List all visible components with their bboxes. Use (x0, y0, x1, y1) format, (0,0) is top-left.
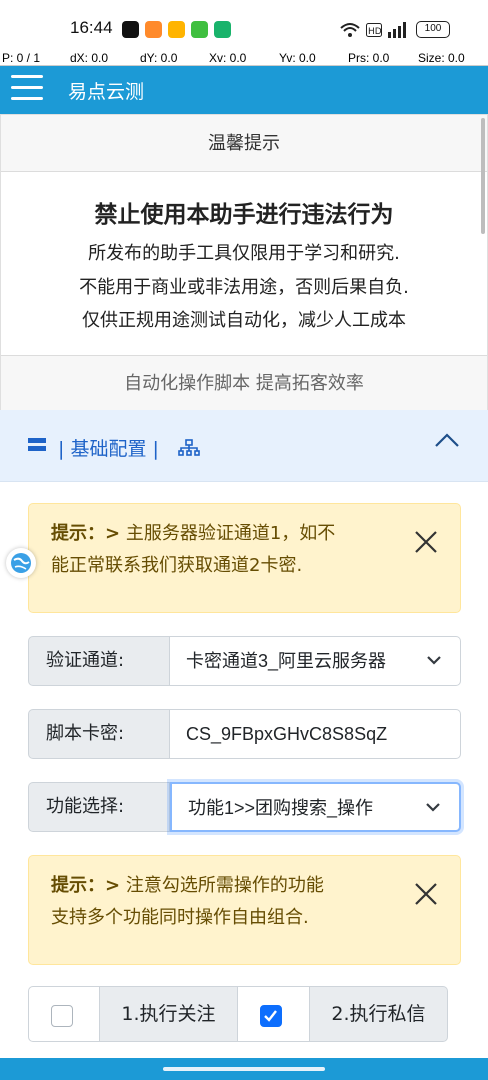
alert-text: 主服务器验证通道1，如不 (125, 523, 336, 544)
verify-channel-label: 验证通道: (28, 636, 170, 686)
function-select-group: 功能选择: 功能1>>团购搜索_操作 (28, 782, 461, 832)
alert-text: 能正常联系我们获取通道2卡密. (51, 555, 303, 576)
app-header: 易点云测 (0, 66, 488, 114)
alert-text: 注意勾选所需操作的功能 (125, 875, 324, 896)
function-select-value: 功能1>>团购搜索_操作 (188, 798, 374, 818)
signal-icon (388, 21, 406, 38)
pointer-dx: dX: 0.0 (70, 51, 109, 65)
message-label[interactable]: 2.执行私信 (310, 986, 448, 1042)
sitemap-icon (178, 439, 200, 456)
alert-arrow: > (105, 875, 121, 896)
close-icon[interactable] (414, 530, 438, 554)
status-time: 16:44 (70, 18, 113, 37)
app-orange-icon (145, 21, 162, 38)
pointer-location-bar: P: 0 / 1 dX: 0.0 dY: 0.0 Xv: 0.0 Yv: 0.0… (0, 50, 488, 66)
wifi-icon (340, 22, 360, 37)
pointer-size: Size: 0.0 (418, 51, 465, 65)
pointer-xv: Xv: 0.0 (209, 51, 247, 65)
operation-checkbox-row: 1.执行关注 2.执行私信 (28, 986, 449, 1042)
scrollbar[interactable] (481, 118, 485, 234)
chevron-up-icon[interactable] (434, 432, 460, 448)
alert-prefix: 提示： (51, 875, 105, 896)
battery-icon: 100 (416, 21, 450, 38)
hamburger-icon[interactable] (11, 75, 43, 101)
list-icon (28, 438, 46, 454)
follow-label[interactable]: 1.执行关注 (100, 986, 238, 1042)
function-select[interactable]: 功能1>>团购搜索_操作 (170, 782, 461, 832)
alert-line: 提示：> 注意勾选所需操作的功能 (51, 870, 390, 902)
shield-icon (214, 21, 231, 38)
chevron-down-icon (426, 803, 440, 812)
tiktok-icon (122, 21, 139, 38)
alert-line: 提示：> 主服务器验证通道1，如不 (51, 518, 390, 550)
floating-assistant-button[interactable] (6, 548, 36, 578)
pointer-dy: dY: 0.0 (140, 51, 178, 65)
wechat-icon (191, 21, 208, 38)
status-indicators: HD 100 (340, 21, 450, 38)
status-bar: 16:44 HD 100 (0, 0, 488, 50)
notice-line: 所发布的助手工具仅限用于学习和研究. (88, 243, 400, 264)
notification-icons (122, 21, 231, 38)
notice-card: 温馨提示 禁止使用本助手进行违法行为 所发布的助手工具仅限用于学习和研究. 不能… (0, 114, 488, 411)
alert-text: 支持多个功能同时操作自由组合. (51, 907, 309, 928)
hd-icon: HD (366, 22, 382, 37)
follow-checkbox-cell[interactable] (28, 986, 100, 1042)
chevron-down-icon (427, 656, 441, 665)
message-checkbox-cell[interactable] (238, 986, 310, 1042)
notice-footer: 自动化操作脚本 提高拓客效率 (1, 355, 487, 411)
message-checkbox[interactable] (260, 1005, 282, 1027)
verify-channel-value: 卡密通道3_阿里云服务器 (186, 651, 387, 671)
script-key-label: 脚本卡密: (28, 709, 170, 759)
accordion-title: | 基础配置 | (58, 438, 159, 460)
close-icon[interactable] (414, 882, 438, 906)
notice-line: 不能用于商业或非法用途，否则后果自负. (79, 277, 409, 298)
alert-arrow: > (105, 523, 121, 544)
pointer-count: P: 0 / 1 (2, 51, 41, 65)
globe-icon (11, 553, 31, 573)
notice-title: 禁止使用本助手进行违法行为 (94, 202, 394, 228)
script-key-input[interactable]: CS_9FBpxGHvC8S8SqZ (170, 709, 461, 759)
app-yellow-icon (168, 21, 185, 38)
alert-prefix: 提示： (51, 523, 105, 544)
alert-server-channel: 提示：> 主服务器验证通道1，如不 能正常联系我们获取通道2卡密. (28, 503, 461, 613)
alert-function-hint: 提示：> 注意勾选所需操作的功能 支持多个功能同时操作自由组合. (28, 855, 461, 965)
pointer-yv: Yv: 0.0 (279, 51, 316, 65)
home-indicator[interactable] (163, 1067, 325, 1071)
app-title: 易点云测 (68, 81, 145, 103)
script-key-group: 脚本卡密: CS_9FBpxGHvC8S8SqZ (28, 709, 461, 759)
check-icon (264, 1010, 277, 1022)
verify-channel-group: 验证通道: 卡密通道3_阿里云服务器 (28, 636, 461, 686)
pointer-prs: Prs: 0.0 (348, 51, 390, 65)
notice-line: 仅供正规用途测试自动化，减少人工成本 (82, 310, 406, 331)
function-select-label: 功能选择: (28, 782, 170, 832)
verify-channel-select[interactable]: 卡密通道3_阿里云服务器 (170, 636, 461, 686)
svg-text:HD: HD (368, 27, 382, 37)
follow-checkbox[interactable] (51, 1005, 73, 1027)
notice-header: 温馨提示 (1, 115, 487, 172)
basic-config-accordion-header[interactable]: | 基础配置 | (0, 410, 488, 482)
